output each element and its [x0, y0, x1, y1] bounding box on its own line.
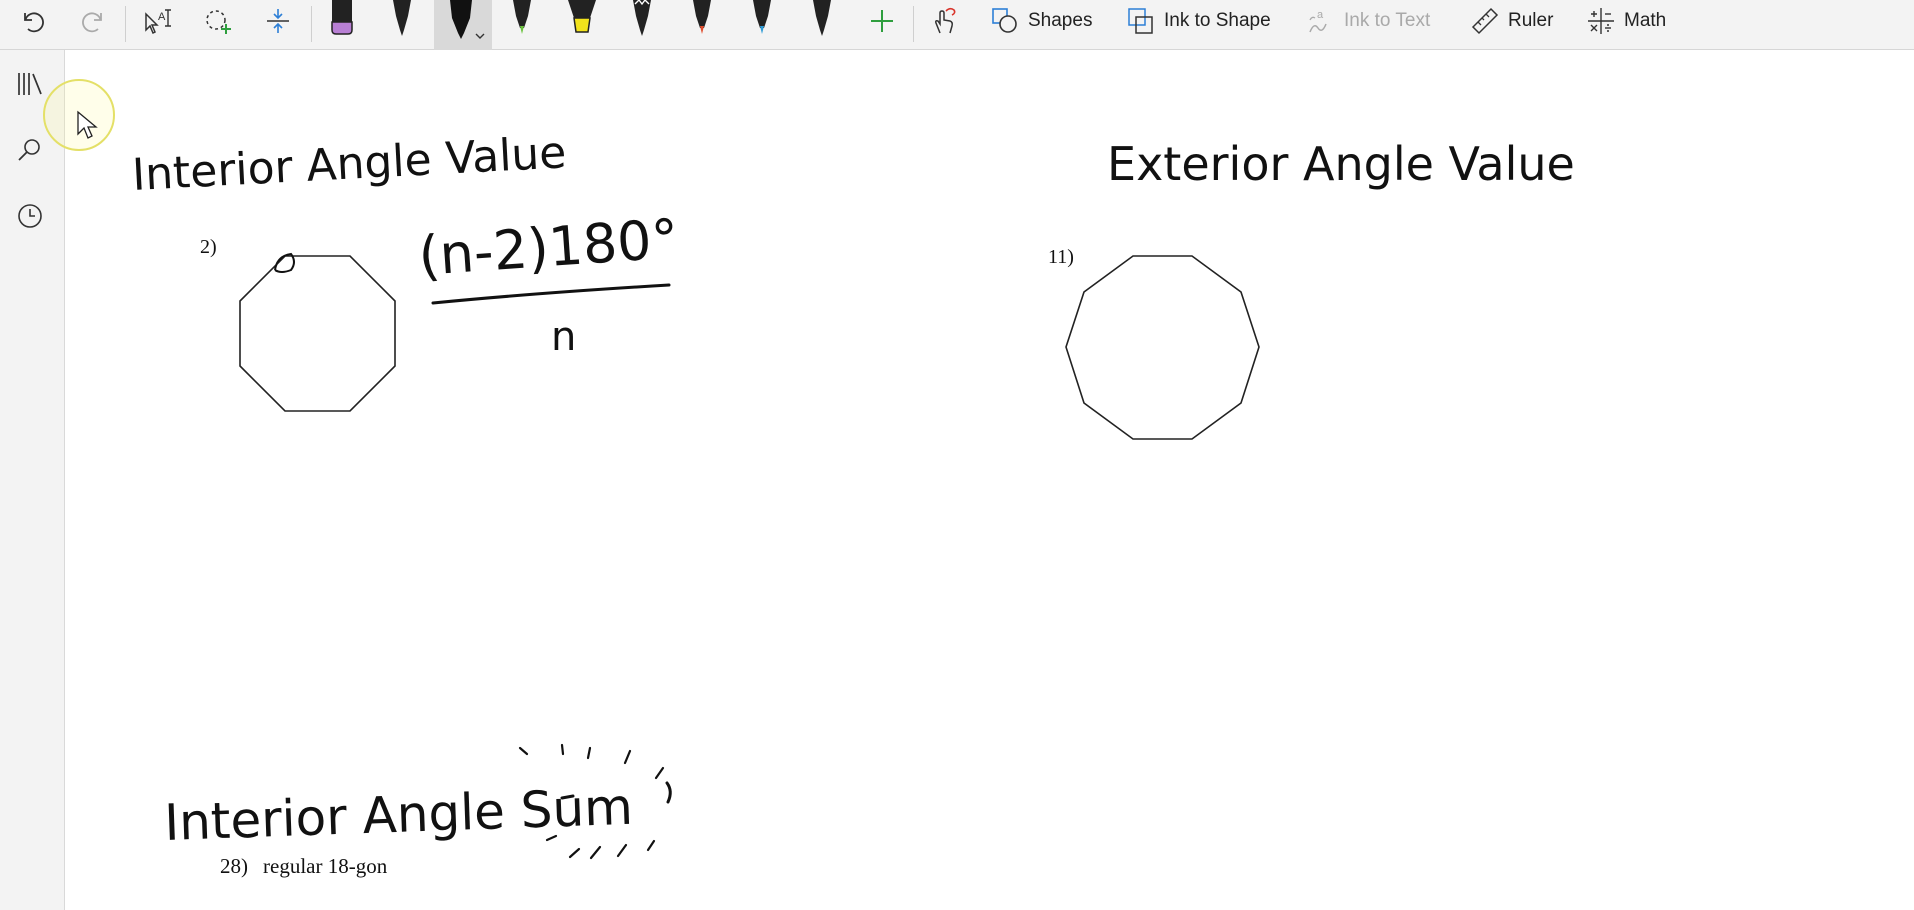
math-icon: [1588, 8, 1614, 34]
problem-label-28: 28): [220, 854, 248, 878]
ink-comma: [665, 781, 672, 804]
undo-button[interactable]: [14, 0, 50, 42]
shapes-icon: [992, 8, 1017, 33]
fraction-bar: [431, 283, 671, 305]
ink-to-text-button[interactable]: a Ink to Text: [1306, 0, 1430, 42]
interior-angle-value-title: Interior Angle Value: [131, 127, 568, 201]
pen-galaxy[interactable]: [622, 0, 662, 44]
ink-to-text-label: Ink to Text: [1344, 10, 1431, 31]
ink-to-text-icon: a: [1309, 9, 1327, 33]
formula-denominator: n: [551, 314, 576, 360]
shapes-label: Shapes: [1028, 10, 1093, 31]
mouse-pointer-icon: [77, 110, 98, 139]
pen-blue[interactable]: [742, 0, 782, 44]
pen-black-fine[interactable]: [382, 0, 422, 44]
ink-dash: [560, 794, 575, 800]
ink-to-shape-icon: [1128, 8, 1153, 34]
drawing-canvas[interactable]: Interior Angle Value (n-2)180° n Exterio…: [65, 50, 1914, 910]
pen-icon: [693, 0, 711, 34]
library-icon: [18, 73, 42, 95]
ruler-button[interactable]: Ruler: [1470, 0, 1553, 42]
toolbar-divider: [311, 6, 312, 42]
interior-angle-sum-title: Interior Angle Sum: [163, 778, 633, 852]
formula-numerator: (n-2)180°: [417, 207, 681, 288]
svg-text:a: a: [1317, 9, 1324, 21]
select-text-icon: A: [145, 9, 171, 35]
pen-icon: [813, 0, 831, 36]
pen-icon: [633, 0, 651, 36]
touch-draw-button[interactable]: [924, 0, 964, 42]
touch-draw-icon: [935, 7, 956, 34]
math-button[interactable]: Math: [1586, 0, 1666, 42]
lasso-select-button[interactable]: [198, 0, 238, 42]
ink-to-shape-button[interactable]: Ink to Shape: [1126, 0, 1271, 42]
clock-icon: [18, 204, 42, 228]
ink-layer: Interior Angle Value (n-2)180° n Exterio…: [131, 127, 1575, 860]
undo-icon: [24, 12, 44, 33]
problem-label-2: 2): [200, 236, 217, 258]
pen-red[interactable]: [682, 0, 722, 44]
problem-label-11: 11): [1048, 246, 1074, 268]
sidebar-item-notebooks[interactable]: [12, 66, 48, 102]
pen-icon: [513, 0, 531, 34]
search-icon: [18, 139, 40, 161]
lasso-select-icon: [206, 10, 231, 34]
problem-text-28: regular 18-gon: [263, 854, 388, 878]
highlighter-icon: [331, 0, 353, 35]
shapes-button[interactable]: Shapes: [990, 0, 1092, 42]
insert-space-button[interactable]: [258, 0, 298, 42]
add-pen-button[interactable]: [862, 0, 902, 42]
ruler-icon: [1471, 7, 1499, 35]
pen-black-thin[interactable]: [802, 0, 842, 44]
toolbar-divider: [125, 6, 126, 42]
drawing-toolbar: A Shapes Ink to Shape a Ink to Text Rule…: [0, 0, 1914, 50]
navigation-rail: [0, 50, 65, 910]
decagon-shape: [1065, 255, 1260, 440]
pen-yellow-highlighter[interactable]: [562, 0, 602, 44]
insert-space-icon: [267, 9, 289, 33]
pen-icon: [450, 0, 485, 39]
redo-button[interactable]: [76, 0, 112, 42]
ink-to-shape-label: Ink to Shape: [1164, 10, 1271, 31]
pen-icon: [393, 0, 411, 36]
ruler-label: Ruler: [1508, 10, 1554, 31]
svg-text:A: A: [158, 11, 166, 23]
pen-black-marker[interactable]: [434, 0, 492, 50]
toolbar-divider: [913, 6, 914, 42]
sidebar-item-search[interactable]: [12, 132, 48, 168]
sidebar-item-recent[interactable]: [12, 198, 48, 234]
plus-icon: [871, 10, 893, 32]
exterior-angle-value-title: Exterior Angle Value: [1107, 137, 1575, 191]
pen-green[interactable]: [502, 0, 542, 44]
pen-purple-highlighter[interactable]: [322, 0, 362, 44]
math-label: Math: [1624, 10, 1667, 31]
octagon-shape: [239, 255, 396, 412]
highlighter-icon: [568, 0, 596, 33]
select-text-button[interactable]: A: [138, 0, 178, 42]
redo-icon: [82, 12, 102, 33]
pen-icon: [753, 0, 771, 34]
